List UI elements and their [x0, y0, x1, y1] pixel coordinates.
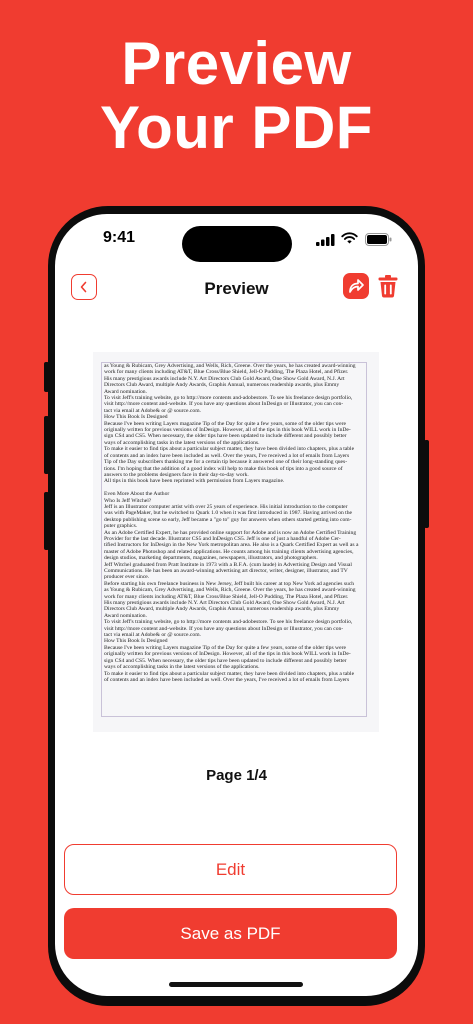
- edit-button[interactable]: Edit: [64, 844, 397, 895]
- delete-button[interactable]: [377, 273, 399, 299]
- status-time: 9:41: [103, 229, 136, 246]
- pdf-text-line: visit http://more content and-website. I…: [104, 401, 344, 408]
- wifi-icon: [341, 232, 358, 244]
- headline-line-2: Your PDF: [100, 94, 373, 161]
- edit-button-label: Edit: [215, 859, 246, 879]
- pdf-text-line: originally written for previous versions…: [104, 651, 351, 658]
- pdf-text-line: tions. I'm hoping that the addition of a…: [104, 465, 343, 472]
- status-bar: 9:41: [55, 214, 418, 264]
- save-as-pdf-button-label: Save as PDF: [180, 923, 281, 943]
- phone-volume-up-button: [44, 416, 49, 474]
- pdf-text-line: To make it easier to find tips about a p…: [104, 670, 355, 677]
- phone-volume-down-button: [44, 492, 49, 550]
- home-indicator: [169, 982, 303, 987]
- pdf-text-line: was with PageMaker, but he switched to Q…: [104, 510, 353, 517]
- phone-mute-switch: [44, 362, 49, 392]
- pdf-text-line: To make it easier to find tips about a p…: [104, 446, 355, 453]
- battery-icon: [365, 233, 392, 246]
- trash-icon: [378, 275, 398, 298]
- save-as-pdf-button[interactable]: Save as PDF: [64, 908, 397, 959]
- pdf-text-line: Directors Club Award, multiple Andy Awar…: [104, 606, 340, 613]
- phone-power-button: [424, 440, 429, 528]
- pdf-page-preview[interactable]: as Young & Rubicam, Grey Advertising, an…: [93, 352, 379, 732]
- phone-screen: 9:41 Preview as Young & Rubicam, Grey Ad…: [55, 214, 418, 996]
- pdf-text-line: sign CS4 and CS5. When necessary, the ol…: [104, 433, 347, 440]
- headline-line-1: Preview: [121, 30, 352, 97]
- pdf-text-line: work for many clients including AT&T, Bl…: [104, 369, 349, 376]
- pdf-text-line: of contents and an index have been inclu…: [104, 676, 350, 683]
- pdf-text-line: To visit Jeff's training website, go to …: [104, 619, 353, 626]
- cellular-signal-icon: [316, 234, 335, 246]
- share-icon: [349, 279, 364, 293]
- page-indicator: Page 1/4: [206, 767, 267, 784]
- pdf-text-line: desktop publishing scene so early, Jeff …: [104, 516, 352, 523]
- share-button[interactable]: [343, 273, 369, 299]
- pdf-text-line: tified Instructors for InDesign in the N…: [104, 542, 359, 549]
- pdf-text-line: Tip of the Day subscribers thanking me f…: [104, 459, 348, 466]
- dynamic-island: [182, 226, 292, 262]
- pdf-page-text: as Young & Rubicam, Grey Advertising, an…: [101, 362, 367, 717]
- pdf-text-line: as Young & Rubicam, Grey Advertising, an…: [104, 587, 356, 594]
- marketing-headline: Preview Your PDF: [0, 32, 473, 160]
- pdf-text-line: Directors Club Award, multiple Andy Awar…: [104, 382, 340, 389]
- navigation-bar: Preview: [55, 270, 418, 310]
